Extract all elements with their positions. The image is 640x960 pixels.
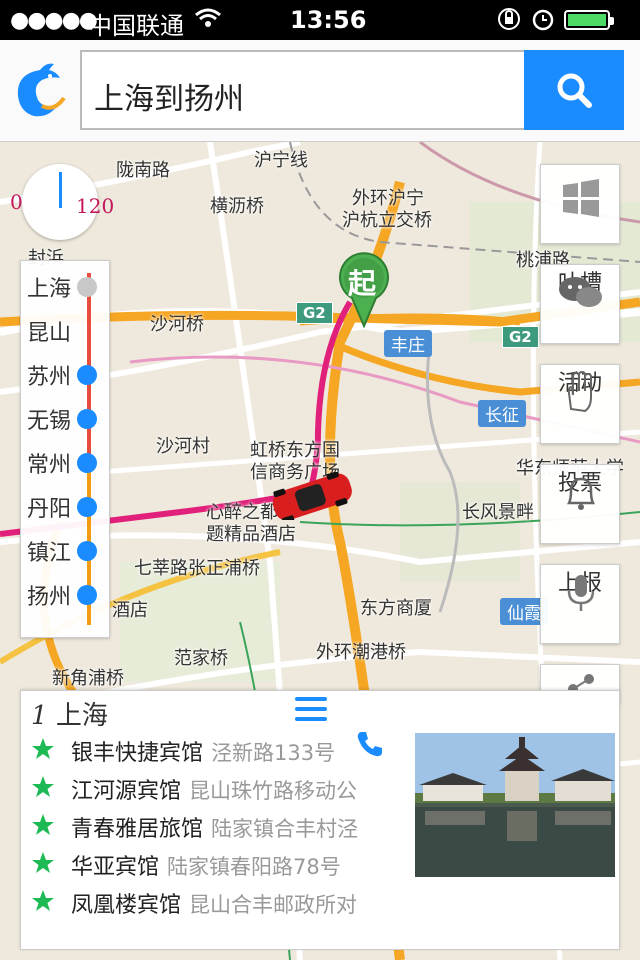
map-label: 丰庄 xyxy=(384,330,432,357)
star-icon xyxy=(32,738,54,759)
panel-index: 1 xyxy=(31,701,48,731)
city-label: 昆山 xyxy=(27,321,72,346)
map-label: 七莘路张正浦桥 xyxy=(134,558,260,579)
panel-title: 1 上海 xyxy=(31,695,108,732)
city-dot xyxy=(77,541,97,561)
start-marker-label: 起 xyxy=(348,267,377,300)
city-item[interactable]: 昆山 xyxy=(27,315,107,346)
map-label: 题精品酒店 xyxy=(206,524,296,545)
hotel-photo[interactable] xyxy=(415,733,615,877)
compass-needle xyxy=(59,172,62,208)
hotel-address: 泾新路133号 xyxy=(211,741,336,765)
hotel-item[interactable]: 江河源宾馆 昆山珠竹路移动公 xyxy=(31,773,411,807)
report-button[interactable]: 上报 xyxy=(540,564,620,644)
city-label: 丹阳 xyxy=(27,497,72,522)
wechat-icon xyxy=(559,277,602,307)
city-item[interactable]: 镇江 xyxy=(27,535,107,566)
hotel-name: 凤凰楼宾馆 xyxy=(71,893,182,918)
city-label: 扬州 xyxy=(27,585,72,610)
carrier-label: 中国联通 xyxy=(88,12,184,40)
windows-icon xyxy=(563,179,599,217)
search-input[interactable]: 上海到扬州 xyxy=(80,50,526,130)
city-item[interactable]: 苏州 xyxy=(27,359,107,390)
map-label: 陇南路 xyxy=(116,160,170,181)
star-icon xyxy=(32,852,54,873)
map-label: 酒店 xyxy=(112,600,148,621)
hotel-address: 陆家镇合丰村泾 xyxy=(211,817,359,841)
city-label: 无锡 xyxy=(27,409,72,434)
city-dot xyxy=(77,497,97,517)
city-item[interactable]: 无锡 xyxy=(27,403,107,434)
star-icon xyxy=(32,776,54,797)
microphone-icon xyxy=(567,575,595,611)
header: 上海到扬州 xyxy=(0,40,640,142)
hotel-name: 江河源宾馆 xyxy=(71,779,182,804)
phone-icon[interactable] xyxy=(355,729,385,763)
app-logo-icon xyxy=(10,56,66,122)
windows-button[interactable] xyxy=(540,164,620,244)
hotel-name: 青春雅居旅馆 xyxy=(71,817,204,842)
hand-icon xyxy=(567,371,592,413)
wifi-icon xyxy=(194,6,222,36)
search-icon xyxy=(557,73,592,108)
hotel-name: 华亚宾馆 xyxy=(71,855,160,880)
city-label: 苏州 xyxy=(27,365,72,390)
search-button[interactable] xyxy=(524,50,624,130)
menu-icon[interactable] xyxy=(295,697,327,725)
map-label: 长征 xyxy=(478,400,526,427)
city-dot xyxy=(77,585,97,605)
rotation-lock-icon xyxy=(496,6,522,38)
hotel-item[interactable]: 银丰快捷宾馆 泾新路133号 xyxy=(31,735,411,769)
speed-min-label: 0 xyxy=(10,190,23,214)
panel-city: 上海 xyxy=(55,701,108,731)
hotel-name: 银丰快捷宾馆 xyxy=(71,741,204,766)
signal-dots-icon: ●●●●● xyxy=(10,8,98,33)
hotel-item[interactable]: 凤凰楼宾馆 昆山合丰邮政所对 xyxy=(31,887,411,921)
city-dot xyxy=(77,453,97,473)
city-route-list: 上海 昆山 苏州 无锡 常州 丹阳 镇江 扬州 xyxy=(20,260,110,638)
city-dot xyxy=(77,409,97,429)
bell-icon xyxy=(566,477,596,510)
star-icon xyxy=(32,890,54,911)
city-label: 上海 xyxy=(27,277,72,302)
map-label: 新角浦桥 xyxy=(52,668,124,689)
map-label: 外环潮港桥 xyxy=(316,642,406,663)
map-label: 沪宁线 xyxy=(254,150,308,171)
vote-button[interactable]: 投票 xyxy=(540,464,620,544)
map-label: 沙河村 xyxy=(156,436,210,457)
speed-max-label: 120 xyxy=(76,194,115,218)
hotel-panel: 1 上海 银丰快捷宾馆 泾新路133号 江河源宾馆 昆山珠竹路移动公 青春雅居旅馆陆… xyxy=(20,690,620,950)
road-shield: G2 xyxy=(502,326,539,348)
hotel-address: 陆家镇春阳路78号 xyxy=(167,855,341,879)
city-item[interactable]: 丹阳 xyxy=(27,491,107,522)
map-label: 横沥桥 xyxy=(210,196,264,217)
activity-button[interactable]: 活动 xyxy=(540,364,620,444)
star-icon xyxy=(32,814,54,835)
city-label: 镇江 xyxy=(27,541,72,566)
city-item[interactable]: 上海 xyxy=(27,271,107,302)
city-label: 常州 xyxy=(27,453,72,478)
map-label: 东方商厦 xyxy=(360,598,432,619)
map-label: 沙河桥 xyxy=(150,314,204,335)
road-shield: G2 xyxy=(296,302,333,324)
feedback-button[interactable]: 吐槽 xyxy=(540,264,620,344)
alarm-icon xyxy=(530,6,556,38)
hotel-item[interactable]: 青春雅居旅馆 陆家镇合丰村泾 xyxy=(31,811,411,845)
city-item[interactable]: 常州 xyxy=(27,447,107,478)
hotel-address: 昆山合丰邮政所对 xyxy=(189,893,358,917)
map-label: 沪杭立交桥 xyxy=(342,210,432,231)
hotel-address: 昆山珠竹路移动公 xyxy=(189,779,358,803)
city-item[interactable]: 扬州 xyxy=(27,579,107,610)
battery-icon xyxy=(564,10,614,30)
status-bar: ●●●●● 中国联通 13:56 xyxy=(0,0,640,40)
city-dot xyxy=(77,365,97,385)
clock: 13:56 xyxy=(290,6,367,34)
map-label: 长风景畔 xyxy=(462,502,534,523)
start-marker[interactable]: 起 xyxy=(334,252,394,328)
map-label: 范家桥 xyxy=(174,648,228,669)
city-dot xyxy=(77,277,97,297)
hotel-item[interactable]: 华亚宾馆 陆家镇春阳路78号 xyxy=(31,849,411,883)
